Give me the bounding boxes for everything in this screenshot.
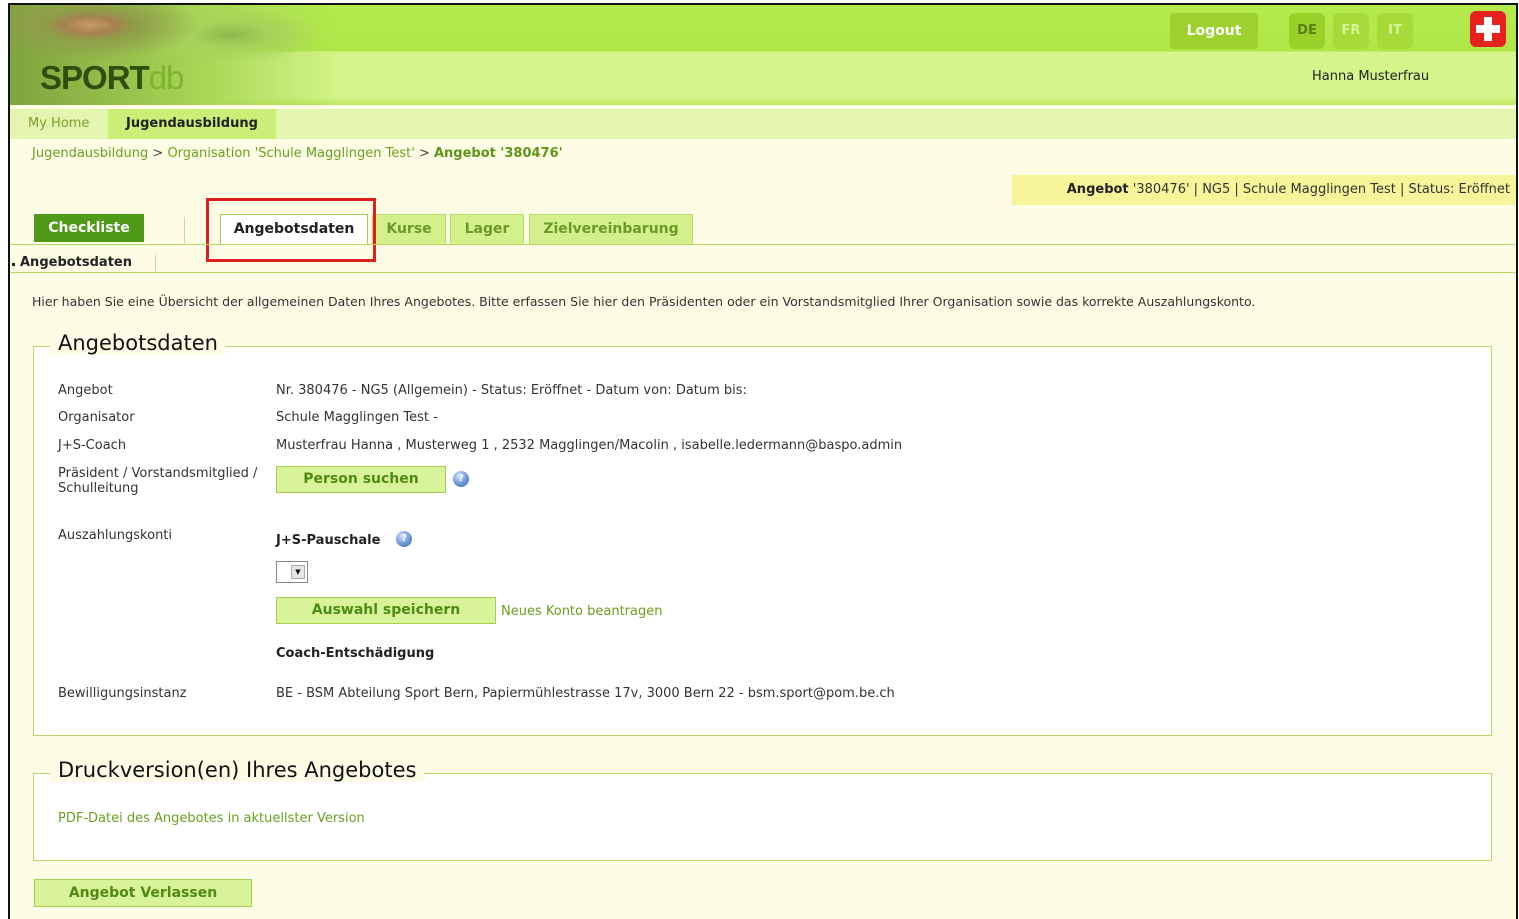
- intro-text: Hier haben Sie eine Übersicht der allgem…: [32, 294, 1256, 309]
- druckversion-legend: Druckversion(en) Ihres Angebotes: [50, 758, 425, 782]
- coach-value: Musterfrau Hanna , Musterweg 1 , 2532 Ma…: [276, 438, 903, 453]
- angebot-verlassen-button[interactable]: Angebot Verlassen: [34, 879, 252, 907]
- person-suchen-button[interactable]: Person suchen: [276, 466, 446, 493]
- tab-zielvereinbarung[interactable]: Zielvereinbarung: [529, 214, 693, 244]
- angebot-value: Nr. 380476 - NG5 (Allgemein) - Status: E…: [276, 383, 747, 398]
- tab-divider: [184, 217, 185, 243]
- angebotsdaten-legend: Angebotsdaten: [50, 331, 226, 355]
- nav-jugendausbildung[interactable]: Jugendausbildung: [108, 109, 276, 139]
- subtab-divider: [155, 255, 156, 271]
- auswahl-speichern-button[interactable]: Auswahl speichern: [276, 597, 496, 624]
- status-prefix: Angebot: [1066, 182, 1129, 197]
- angebot-label: Angebot: [58, 383, 113, 398]
- tab-underline: [10, 244, 1516, 245]
- pdf-link[interactable]: PDF-Datei des Angebotes in aktuellster V…: [58, 811, 365, 826]
- top-navigation: My Home Jugendausbildung: [10, 109, 1516, 139]
- lang-it-button[interactable]: IT: [1377, 13, 1413, 49]
- subtab-angebotsdaten[interactable]: Angebotsdaten: [10, 255, 132, 270]
- chevron-down-icon: ▼: [291, 565, 305, 579]
- status-text: '380476' | NG5 | Schule Magglingen Test …: [1128, 182, 1510, 197]
- tab-kurse[interactable]: Kurse: [372, 214, 446, 244]
- lang-fr-button[interactable]: FR: [1333, 13, 1369, 49]
- bewilligung-value: BE - BSM Abteilung Sport Bern, Papiermüh…: [276, 686, 895, 701]
- coach-label: J+S-Coach: [58, 438, 127, 453]
- organisator-label: Organisator: [58, 410, 135, 425]
- angebotsdaten-fieldset: Angebotsdaten Angebot Nr. 380476 - NG5 (…: [33, 331, 1492, 736]
- logo-sport: SPORT: [40, 59, 150, 96]
- subtab-underline: [10, 272, 1516, 273]
- bewilligung-label: Bewilligungsinstanz: [58, 686, 187, 701]
- druckversion-fieldset: Druckversion(en) Ihres Angebotes PDF-Dat…: [33, 758, 1492, 861]
- pauschale-label: J+S-Pauschale: [276, 533, 381, 548]
- praesident-label-line1: Präsident / Vorstandsmitglied /: [58, 466, 258, 481]
- coach-entschaedigung-label: Coach-Entschädigung: [276, 646, 435, 661]
- breadcrumb-jugendausbildung[interactable]: Jugendausbildung: [32, 146, 148, 161]
- lang-de-button[interactable]: DE: [1289, 13, 1325, 49]
- praesident-label-line2: Schulleitung: [58, 481, 139, 496]
- breadcrumb: Jugendausbildung > Organisation 'Schule …: [32, 146, 563, 161]
- highlight-annotation-box: [206, 198, 376, 262]
- swiss-cross-icon: [1470, 11, 1506, 47]
- logo-db: db: [148, 59, 185, 96]
- tab-checkliste[interactable]: Checkliste: [34, 214, 144, 242]
- nav-my-home[interactable]: My Home: [14, 109, 103, 139]
- status-bar: Angebot '380476' | NG5 | Schule Maggling…: [1012, 175, 1516, 205]
- help-icon[interactable]: ?: [453, 471, 469, 487]
- logout-button[interactable]: Logout: [1170, 13, 1258, 49]
- breadcrumb-separator: >: [152, 146, 164, 161]
- breadcrumb-separator: >: [418, 146, 430, 161]
- organisator-value: Schule Magglingen Test -: [276, 410, 438, 425]
- tab-lager[interactable]: Lager: [450, 214, 524, 244]
- auszahlung-label: Auszahlungskonti: [58, 528, 173, 543]
- sportdb-logo[interactable]: SPORTdb: [40, 59, 185, 97]
- breadcrumb-current: Angebot '380476': [433, 146, 563, 161]
- breadcrumb-organisation[interactable]: Organisation 'Schule Magglingen Test': [167, 146, 414, 161]
- konto-select[interactable]: ▼: [276, 561, 308, 583]
- page-frame: SPORTdb Logout DE FR IT Hanna Musterfrau…: [8, 3, 1518, 919]
- help-icon[interactable]: ?: [396, 531, 412, 547]
- neues-konto-link[interactable]: Neues Konto beantragen: [501, 604, 662, 619]
- user-name: Hanna Musterfrau: [1312, 69, 1430, 84]
- header: SPORTdb Logout DE FR IT Hanna Musterfrau: [10, 5, 1516, 105]
